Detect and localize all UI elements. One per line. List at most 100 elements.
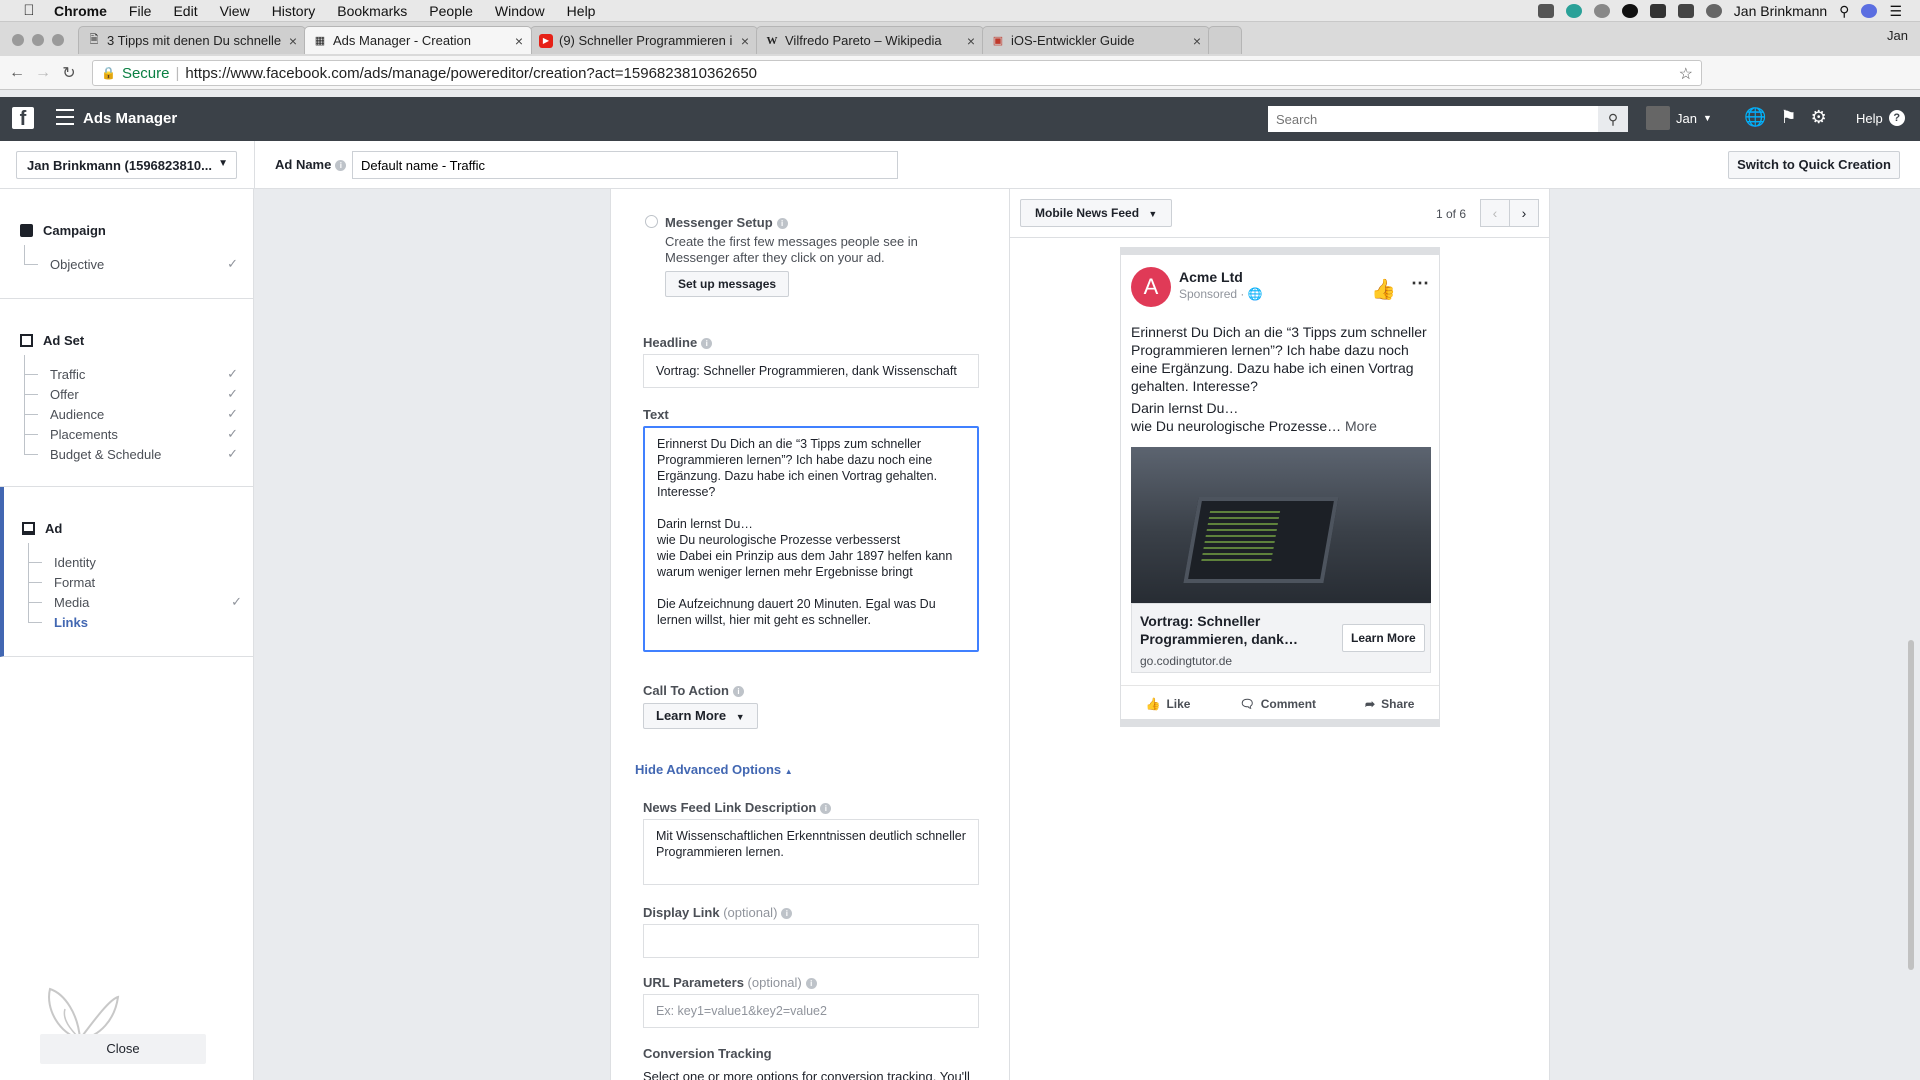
share-button[interactable]: ➦ Share (1365, 697, 1414, 711)
menu-app[interactable]: Chrome (54, 3, 107, 19)
help-link[interactable]: Help ? (1856, 110, 1905, 126)
news-feed-link-description-input[interactable]: Mit Wissenschaftlichen Erkenntnissen deu… (643, 819, 979, 885)
page-avatar[interactable]: A (1131, 267, 1171, 307)
sidebar-adset-heading[interactable]: Ad Set (20, 333, 84, 348)
sidebar-item-audience[interactable]: Audience ✓ (24, 395, 238, 425)
menu-view[interactable]: View (220, 3, 250, 19)
bookmark-star-icon[interactable]: ☆ (1679, 64, 1693, 84)
browser-tab-4[interactable]: W Vilfredo Pareto – Wikipedia × (756, 26, 984, 54)
headline-input[interactable]: Vortrag: Schneller Programmieren, dank W… (643, 354, 979, 388)
menu-window[interactable]: Window (495, 3, 545, 19)
browser-tab-2[interactable]: ▦ Ads Manager - Creation × (304, 26, 532, 54)
like-button[interactable]: 👍 Like (1146, 697, 1191, 711)
sync-icon[interactable] (1565, 4, 1582, 18)
scrollbar[interactable] (1908, 190, 1916, 1080)
sidebar-item-budget-schedule[interactable]: Budget & Schedule ✓ (24, 435, 238, 465)
apple-icon[interactable]:  (20, 2, 38, 19)
search-input[interactable] (1268, 106, 1598, 132)
forward-icon[interactable]: → (30, 64, 56, 82)
backup-icon[interactable] (1649, 4, 1666, 18)
sidebar-item-format[interactable]: Format (28, 563, 242, 593)
close-tab-icon[interactable]: × (1193, 33, 1201, 49)
minimize-window-icon[interactable] (32, 34, 44, 46)
onepassword-icon[interactable] (1621, 4, 1638, 18)
ad-link-footer[interactable]: Vortrag: Schneller Programmieren, dank… … (1131, 603, 1431, 673)
search-icon[interactable]: ⚲ (1598, 106, 1628, 132)
gear-icon[interactable]: ⚙ (1811, 107, 1827, 128)
next-preview-button[interactable]: › (1509, 199, 1539, 227)
info-icon[interactable]: i (820, 803, 832, 815)
globe-icon[interactable]: 🌐 (1744, 107, 1766, 128)
scrollbar-thumb[interactable] (1908, 640, 1914, 970)
menu-history[interactable]: History (272, 3, 316, 19)
sidebar-item-media[interactable]: Media ✓ (28, 583, 242, 613)
like-page-icon[interactable]: 👍 (1371, 277, 1396, 302)
info-icon[interactable]: i (701, 338, 713, 350)
notification-center-icon[interactable]: ☰ (1889, 3, 1902, 20)
facebook-logo-icon[interactable]: f (12, 107, 34, 130)
hamburger-menu-icon[interactable] (56, 109, 74, 130)
sidebar-item-traffic[interactable]: Traffic ✓ (24, 355, 238, 385)
sidebar-item-objective[interactable]: Objective ✓ (24, 245, 238, 275)
facetime-icon[interactable] (1537, 4, 1554, 18)
page-name[interactable]: Acme Ltd (1179, 269, 1243, 285)
info-icon[interactable]: i (732, 686, 744, 698)
close-tab-icon[interactable]: × (515, 33, 523, 49)
time-machine-icon[interactable] (1705, 4, 1722, 18)
ad-name-input[interactable] (352, 151, 898, 179)
close-tab-icon[interactable]: × (741, 33, 749, 49)
info-icon[interactable]: i (335, 160, 347, 172)
info-icon[interactable]: i (781, 908, 793, 920)
more-options-icon[interactable]: ⋯ (1411, 273, 1429, 294)
browser-tab-5[interactable]: ▣ iOS-Entwickler Guide × (982, 26, 1210, 54)
menubar-user[interactable]: Jan Brinkmann (1734, 3, 1827, 19)
sidebar-ad-heading[interactable]: Ad (22, 521, 62, 536)
menu-edit[interactable]: Edit (173, 3, 197, 19)
account-selector[interactable]: Jan Brinkmann (1596823810... ▼ (16, 151, 237, 179)
sidebar-item-offer[interactable]: Offer ✓ (24, 375, 238, 405)
menu-people[interactable]: People (429, 3, 473, 19)
text-textarea[interactable]: Erinnerst Du Dich an die “3 Tipps zum sc… (643, 426, 979, 652)
messenger-radio[interactable] (645, 215, 658, 228)
sidebar-item-placements[interactable]: Placements ✓ (24, 415, 238, 445)
see-more-link[interactable]: More (1345, 418, 1377, 434)
siri-icon[interactable] (1861, 4, 1878, 18)
notifications-icon[interactable]: ⚑ (1780, 107, 1796, 128)
close-button[interactable]: Close (40, 1034, 206, 1064)
sidebar-item-links[interactable]: Links (28, 603, 242, 633)
new-tab-button[interactable] (1208, 26, 1242, 54)
info-icon[interactable]: i (805, 978, 817, 990)
browser-tab-1[interactable]: 🗎 3 Tipps mit denen Du schnelle × (78, 26, 306, 54)
comment-button[interactable]: 🗨 Comment (1239, 697, 1316, 711)
menu-help[interactable]: Help (567, 3, 596, 19)
close-window-icon[interactable] (12, 34, 24, 46)
placement-dropdown[interactable]: Mobile News Feed ▼ (1020, 199, 1173, 227)
zoom-window-icon[interactable] (52, 34, 64, 46)
url-text[interactable]: https://www.facebook.com/ads/manage/powe… (185, 65, 757, 82)
address-bar[interactable]: 🔒 Secure | https://www.facebook.com/ads/… (92, 60, 1702, 86)
browser-profile[interactable]: Jan (1887, 28, 1908, 43)
quick-creation-button[interactable]: Switch to Quick Creation (1728, 151, 1900, 179)
menu-file[interactable]: File (129, 3, 152, 19)
call-to-action-dropdown[interactable]: Learn More ▼ (643, 703, 758, 729)
spotlight-icon[interactable]: ⚲ (1839, 3, 1849, 20)
url-parameters-input[interactable]: Ex: key1=value1&key2=value2 (643, 994, 979, 1028)
back-icon[interactable]: ← (4, 64, 30, 82)
set-up-messages-button[interactable]: Set up messages (665, 271, 790, 297)
reload-icon[interactable]: ↻ (56, 63, 82, 83)
previous-preview-button[interactable]: ‹ (1480, 199, 1510, 227)
learn-more-button[interactable]: Learn More (1342, 624, 1425, 652)
creative-cloud-icon[interactable] (1593, 4, 1610, 18)
close-tab-icon[interactable]: × (289, 33, 297, 49)
sidebar-item-identity[interactable]: Identity (28, 543, 242, 573)
menu-bookmarks[interactable]: Bookmarks (337, 3, 407, 19)
info-icon[interactable]: i (776, 218, 788, 230)
hide-advanced-options-link[interactable]: Hide Advanced Options ▲ (635, 762, 793, 777)
display-link-input[interactable] (643, 924, 979, 958)
user-menu[interactable]: Jan ▼ (1646, 106, 1712, 130)
airplay-icon[interactable] (1677, 4, 1694, 18)
close-tab-icon[interactable]: × (967, 33, 975, 49)
sidebar-campaign-heading[interactable]: Campaign (20, 223, 106, 238)
ad-image[interactable] (1131, 447, 1431, 603)
browser-tab-3[interactable]: ▶ (9) Schneller Programmieren i × (530, 26, 758, 54)
